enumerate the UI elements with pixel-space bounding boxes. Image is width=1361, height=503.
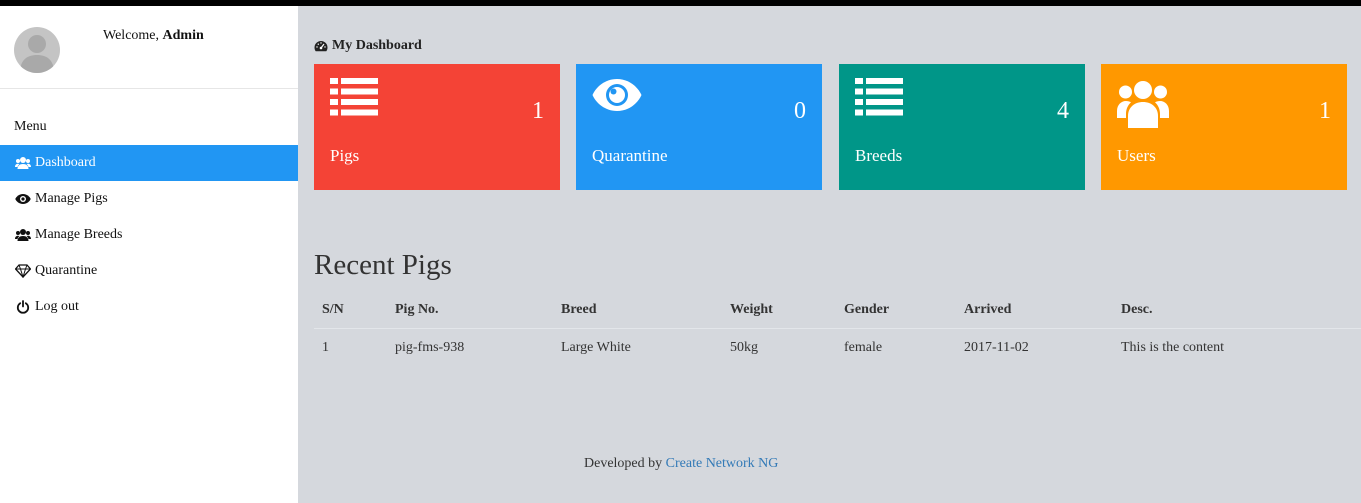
page-title-text: My Dashboard	[332, 38, 422, 53]
dashboard-icon	[314, 40, 328, 52]
sidebar-item-label: Quarantine	[35, 263, 98, 278]
sidebar-item-label: Log out	[35, 299, 79, 314]
cell-desc: This is the content	[1121, 340, 1225, 356]
card-quarantine[interactable]: 0 Quarantine	[576, 64, 822, 190]
welcome-prefix: Welcome,	[103, 28, 160, 43]
cell-arrived: 2017-11-02	[964, 340, 1029, 356]
sidebar-item-quarantine[interactable]: Quarantine	[0, 253, 298, 289]
card-count: 1	[532, 98, 544, 124]
page-title: My Dashboard	[314, 38, 422, 54]
avatar	[14, 27, 60, 73]
column-header: Weight	[722, 292, 836, 329]
sidebar: Welcome, Admin Menu Dashboard Manage Pig…	[0, 6, 298, 503]
card-pigs[interactable]: 1 Pigs	[314, 64, 560, 190]
users-icon	[1117, 78, 1169, 133]
footer-text: Developed by	[584, 456, 663, 471]
eye-icon	[15, 191, 31, 207]
cell-gender: female	[844, 340, 883, 356]
menu-label: Menu	[14, 119, 47, 134]
sidebar-item-label: Manage Breeds	[35, 227, 123, 242]
footer: Developed by Create Network NG	[584, 456, 778, 472]
sidebar-item-manage-breeds[interactable]: Manage Breeds	[0, 217, 298, 253]
column-header: Desc.	[1113, 292, 1361, 329]
card-label: Pigs	[330, 146, 360, 165]
card-count: 0	[794, 98, 806, 124]
cell-sn: 1	[322, 340, 329, 356]
column-header: Arrived	[956, 292, 1113, 329]
sidebar-item-manage-pigs[interactable]: Manage Pigs	[0, 181, 298, 217]
sidebar-item-log-out[interactable]: Log out	[0, 289, 298, 325]
column-header: S/N	[314, 292, 387, 329]
users-icon	[15, 155, 31, 171]
card-users[interactable]: 1 Users	[1101, 64, 1347, 190]
sidebar-menu: Dashboard Manage Pigs Manage Breeds Quar…	[0, 145, 298, 325]
card-breeds[interactable]: 4 Breeds	[839, 64, 1085, 190]
card-label: Users	[1117, 146, 1156, 165]
eye-icon	[592, 78, 642, 117]
cell-breed: Large White	[561, 340, 631, 356]
users-icon	[15, 227, 31, 243]
recent-pigs-heading: Recent Pigs	[314, 249, 452, 281]
welcome-text: Welcome, Admin	[103, 28, 204, 44]
footer-link[interactable]: Create Network NG	[666, 456, 779, 471]
sidebar-item-dashboard[interactable]: Dashboard	[0, 145, 298, 181]
sidebar-item-label: Manage Pigs	[35, 191, 108, 206]
card-label: Breeds	[855, 146, 903, 165]
card-label: Quarantine	[592, 146, 668, 165]
card-count: 1	[1319, 98, 1331, 124]
sidebar-item-label: Dashboard	[35, 155, 96, 170]
power-icon	[15, 299, 31, 315]
list-icon	[330, 78, 378, 121]
table-header-row: S/N Pig No. Breed Weight Gender Arrived …	[314, 292, 1361, 329]
cell-pig-no: pig-fms-938	[395, 340, 465, 356]
column-header: Pig No.	[387, 292, 553, 329]
cell-weight: 50kg	[730, 340, 758, 356]
main-content: My Dashboard 1 Pigs 0 Quarantine 4 Breed…	[298, 6, 1361, 503]
card-count: 4	[1057, 98, 1069, 124]
table-row: 1 pig-fms-938 Large White 50kg female 20…	[314, 328, 1361, 368]
list-icon	[855, 78, 903, 121]
welcome-user: Admin	[162, 28, 204, 43]
user-block: Welcome, Admin	[0, 6, 298, 89]
column-header: Gender	[836, 292, 956, 329]
recent-pigs-table: S/N Pig No. Breed Weight Gender Arrived …	[314, 292, 1361, 368]
column-header: Breed	[553, 292, 722, 329]
diamond-icon	[15, 263, 31, 279]
